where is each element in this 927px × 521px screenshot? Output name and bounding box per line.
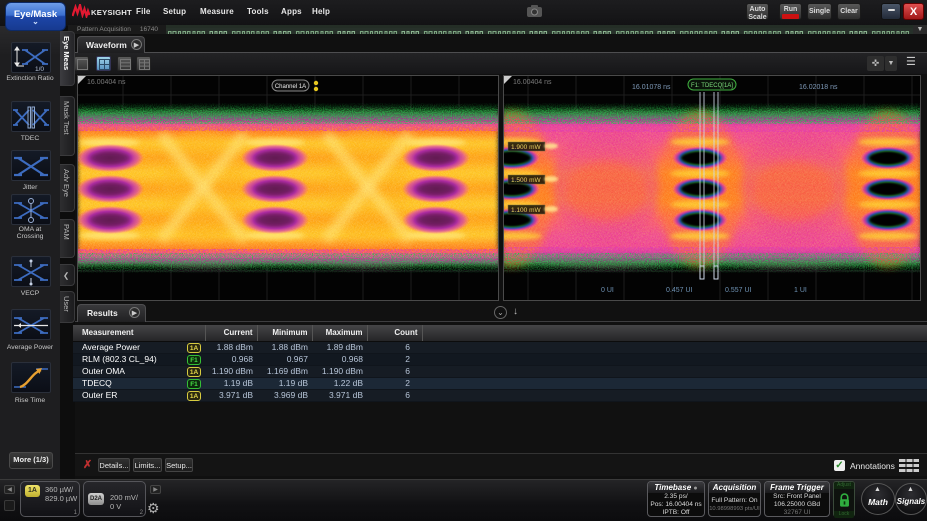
svg-text:1.500 mW: 1.500 mW	[511, 177, 541, 184]
svg-text:1 UI: 1 UI	[794, 287, 807, 294]
svg-text:16.02018 ns: 16.02018 ns	[799, 84, 838, 91]
svg-text:1/0: 1/0	[35, 66, 44, 73]
svg-text:F1: TDECQ[1A]: F1: TDECQ[1A]	[691, 83, 733, 89]
svg-text:1.100 mW: 1.100 mW	[511, 207, 541, 214]
svg-text:0.457 UI: 0.457 UI	[666, 287, 693, 294]
svg-text:16.00404 ns: 16.00404 ns	[87, 79, 126, 86]
svg-text:16.01078 ns: 16.01078 ns	[632, 84, 671, 91]
svg-text:16.00404 ns: 16.00404 ns	[513, 79, 552, 86]
svg-text:1.900 mW: 1.900 mW	[511, 144, 541, 151]
svg-text:0 UI: 0 UI	[601, 287, 614, 294]
svg-text:Channel 1A: Channel 1A	[275, 84, 306, 90]
svg-text:0.557 UI: 0.557 UI	[725, 287, 752, 294]
